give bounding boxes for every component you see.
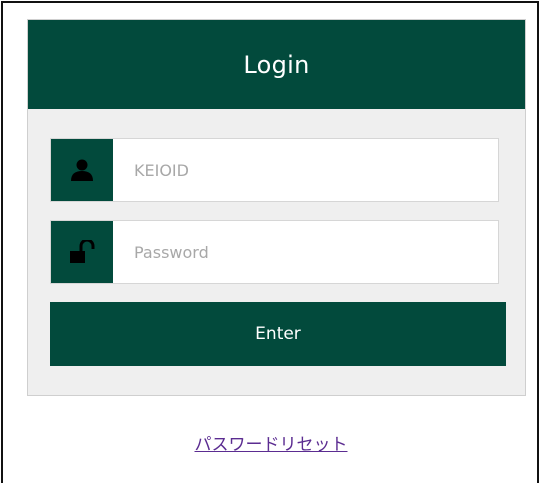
username-field <box>50 138 499 202</box>
login-title: Login <box>243 50 310 79</box>
password-field <box>50 220 499 284</box>
user-icon <box>51 139 113 201</box>
password-reset-link[interactable]: パスワードリセット <box>195 435 348 455</box>
enter-button[interactable]: Enter <box>50 302 506 366</box>
login-header: Login <box>28 20 525 109</box>
unlock-icon <box>51 221 113 283</box>
username-input[interactable] <box>113 139 498 201</box>
password-reset: パスワードリセット <box>0 430 542 455</box>
login-card: Login Enter <box>27 19 526 396</box>
password-input[interactable] <box>113 221 498 283</box>
